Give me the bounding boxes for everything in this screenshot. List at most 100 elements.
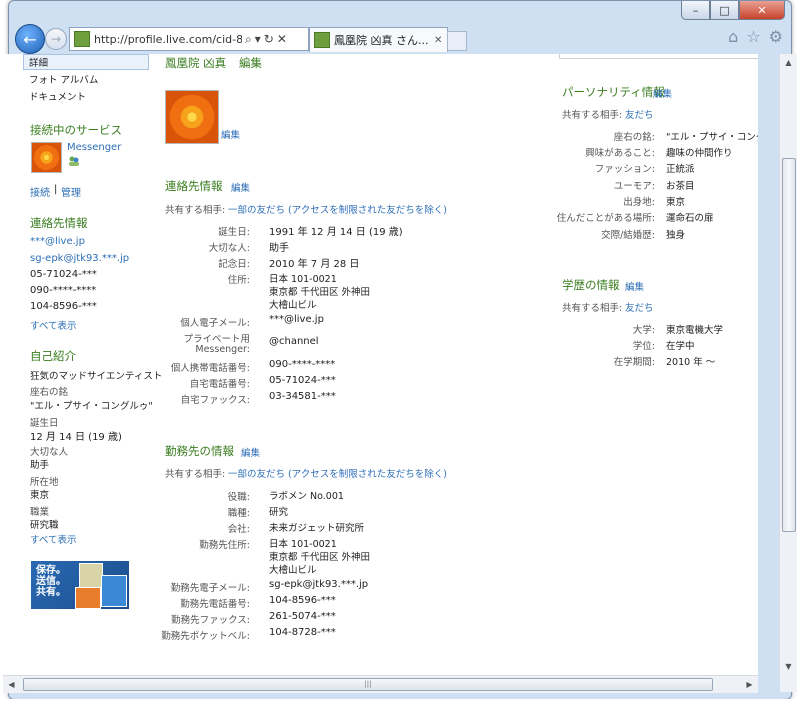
nav-item-photo-album[interactable]: フォト アルバム (29, 72, 98, 86)
vertical-scrollbar[interactable]: ▲ ▼ (779, 54, 797, 675)
personality-field-label: 興味があること: (585, 148, 655, 159)
new-tab-button[interactable] (447, 31, 467, 51)
personality-heading: パーソナリティ情報 (562, 85, 665, 99)
photo-share-banner[interactable]: 保存。 送信。 共有。 (31, 561, 129, 609)
intro-field-value: 助手 (30, 460, 50, 471)
work-field-value: 研究 (269, 507, 289, 518)
show-all-intro-link[interactable]: すべて表示 (30, 532, 76, 546)
contact-field-value: 1991 年 12 月 14 日 (19 歳) (269, 227, 403, 238)
nav-item-documents[interactable]: ドキュメント (29, 89, 86, 103)
education-field-value: 東京電機大学 (666, 325, 724, 336)
tab-close-icon[interactable]: ✕ (434, 35, 442, 46)
navigation-bar: ← → http://profile.live.com/cid-8al ⌕ ▾ … (9, 21, 791, 55)
contact-field-label: 自宅電話番号: (189, 379, 250, 390)
link-separator: | (54, 184, 58, 195)
messenger-link[interactable]: Messenger (67, 142, 121, 153)
intro-field-value: 研究職 (30, 520, 59, 531)
nav-item-details[interactable]: 詳細 (29, 55, 48, 69)
contact-field-label: 大切な人: (208, 243, 250, 254)
messenger-avatar[interactable] (31, 142, 62, 173)
contact-field-label: 個人電子メール: (180, 318, 250, 329)
personality-field-value: "エル・プサイ・コングルゥ" (666, 132, 758, 143)
left-contact-email[interactable]: ***@live.jp (30, 236, 85, 247)
personality-field-value: 独身 (666, 230, 686, 241)
address-url[interactable]: http://profile.live.com/cid-8al (94, 33, 242, 46)
horizontal-scroll-thumb[interactable]: ||| (23, 678, 713, 691)
work-field-value: ラボメン No.001 (269, 491, 344, 502)
arrow-left-icon: ← (23, 29, 37, 49)
photo-edit-link[interactable]: 編集 (221, 127, 240, 141)
scroll-right-icon[interactable]: ▶ (741, 676, 758, 693)
contact-field-label: 自宅ファックス: (180, 395, 250, 406)
intro-field-label: 職業 (30, 507, 50, 518)
horizontal-scrollbar[interactable]: ◀ ||| ▶ (3, 675, 758, 693)
work-field-label: 勤務先ポケットベル: (161, 631, 250, 642)
minimize-button[interactable]: – (681, 1, 710, 20)
work-edit-link[interactable]: 編集 (241, 445, 260, 459)
tab-favicon-icon (314, 32, 330, 48)
scrollbar-corner (780, 675, 797, 692)
profile-photo[interactable] (165, 90, 219, 144)
contact-field-label: 記念日: (218, 259, 250, 270)
maximize-button[interactable]: □ (710, 1, 739, 20)
intro-field-label: 所在地 (30, 477, 59, 488)
manage-link[interactable]: 管理 (61, 184, 81, 199)
contact-section-heading: 連絡先情報 (165, 179, 223, 193)
intro-field-value: 12 月 14 日 (19 歳) (30, 432, 122, 443)
profile-name-edit-link[interactable]: 編集 (239, 55, 262, 71)
education-field-value: 2010 年 ～ (666, 357, 716, 368)
browser-tab[interactable]: 鳳凰院 凶真 さん... ✕ (309, 27, 448, 52)
education-field-label: 学位: (632, 341, 655, 352)
scroll-left-icon[interactable]: ◀ (3, 676, 20, 693)
work-share-value[interactable]: 一部の友だち (アクセスを制限された友だちを除く) (228, 466, 447, 480)
work-field-label: 会社: (227, 524, 250, 535)
personality-field-value: 正統派 (666, 164, 695, 175)
back-button[interactable]: ← (15, 24, 45, 54)
personality-field-value: 運命石の扉 (666, 213, 714, 224)
favorites-star-icon[interactable]: ☆ (746, 27, 760, 46)
contact-edit-link[interactable]: 編集 (231, 180, 250, 194)
intro-field-value: 東京 (30, 490, 50, 501)
intro-field-label: 座右の銘 (30, 387, 69, 398)
work-field-value: sg-epk@jtk93.***.jp (269, 579, 369, 590)
home-icon[interactable]: ⌂ (728, 27, 738, 46)
window-controls: – □ ✕ (681, 1, 785, 20)
personality-share-value[interactable]: 友だち (625, 107, 654, 121)
intro-heading: 自己紹介 (30, 349, 76, 363)
contact-field-value: 05-71024-*** (269, 375, 336, 386)
forward-button[interactable]: → (45, 28, 67, 50)
show-all-contacts-link[interactable]: すべて表示 (30, 318, 76, 332)
banner-line: 共有。 (36, 587, 66, 598)
desktop-strip (0, 699, 800, 705)
scroll-up-icon[interactable]: ▲ (780, 54, 797, 71)
intro-field-value: "エル・プサイ・コングルゥ" (30, 401, 153, 412)
search-box-partial[interactable] (559, 54, 758, 59)
close-window-button[interactable]: ✕ (739, 1, 785, 20)
search-icon[interactable]: ⌕ (245, 32, 252, 47)
work-field-value: 日本 101-0021 (269, 539, 337, 550)
contact-field-value: 東京都 千代田区 外神田 (269, 287, 371, 298)
refresh-icon[interactable]: ↻ (264, 32, 274, 46)
education-edit-link[interactable]: 編集 (625, 279, 644, 293)
address-bar[interactable]: http://profile.live.com/cid-8al ⌕ ▾ ↻ ✕ (69, 27, 309, 51)
intro-field-label: 誕生日 (30, 418, 59, 429)
left-contact-work-email[interactable]: sg-epk@jtk93.***.jp (30, 253, 129, 264)
education-field-value: 在学中 (666, 341, 695, 352)
contact-field-value: 2010 年 7 月 28 日 (269, 259, 360, 270)
personality-field-value: 東京 (666, 197, 686, 208)
education-heading: 学歴の情報 (562, 278, 620, 292)
vertical-scroll-thumb[interactable] (782, 158, 796, 532)
work-share-label: 共有する相手: (165, 469, 226, 480)
education-share-value[interactable]: 友だち (625, 300, 654, 314)
personality-edit-link[interactable]: 編集 (653, 86, 672, 100)
contact-field-label: プライベート用 (183, 334, 250, 345)
gear-icon[interactable]: ⚙ (769, 27, 783, 46)
connect-link[interactable]: 接続 (30, 184, 50, 199)
dropdown-icon[interactable]: ▾ (255, 32, 261, 46)
contact-share-value[interactable]: 一部の友だち (アクセスを制限された友だちを除く) (228, 202, 447, 216)
site-favicon-icon (74, 31, 90, 47)
stop-icon[interactable]: ✕ (277, 32, 287, 46)
contact-field-label: Messenger: (195, 344, 250, 355)
browser-tools: ⌂ ☆ ⚙ (728, 27, 783, 46)
scroll-down-icon[interactable]: ▼ (780, 658, 797, 675)
